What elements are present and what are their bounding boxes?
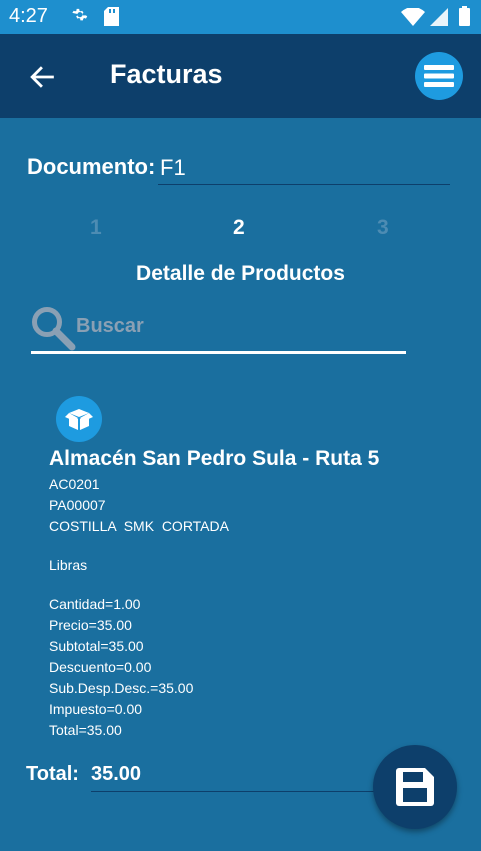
status-bar: 4:27 <box>0 0 481 34</box>
step-3[interactable]: 3 <box>377 216 389 240</box>
product-descuento: Descuento=0.00 <box>49 659 152 675</box>
section-title: Detalle de Productos <box>136 262 345 285</box>
document-underline <box>158 184 450 185</box>
product-code-1: AC0201 <box>49 476 100 492</box>
document-field[interactable]: F1 <box>160 155 186 181</box>
menu-icon <box>424 65 454 87</box>
battery-icon <box>459 6 470 26</box>
search-icon <box>32 307 76 351</box>
total-value: 35.00 <box>91 763 142 785</box>
menu-button[interactable] <box>415 52 463 100</box>
document-label: Documento: <box>27 154 156 179</box>
total-label: Total: <box>26 763 79 785</box>
settings-gear-icon <box>72 8 88 21</box>
save-floppy-icon <box>396 768 434 806</box>
product-description: COSTILLA SMK CORTADA <box>49 518 229 534</box>
status-time: 4:27 <box>9 5 48 27</box>
product-subtotal: Subtotal=35.00 <box>49 638 144 654</box>
product-code-2: PA00007 <box>49 497 106 513</box>
app-bar: Facturas <box>0 34 481 118</box>
product-precio: Precio=35.00 <box>49 617 132 633</box>
step-2[interactable]: 2 <box>233 216 245 240</box>
product-impuesto: Impuesto=0.00 <box>49 701 143 717</box>
sd-card-icon <box>104 7 119 26</box>
search-underline <box>31 351 406 354</box>
step-1[interactable]: 1 <box>90 216 102 240</box>
page-title: Facturas <box>110 59 223 89</box>
product-cantidad: Cantidad=1.00 <box>49 596 141 612</box>
total-underline <box>91 791 391 792</box>
save-button[interactable] <box>373 745 457 829</box>
search-input[interactable] <box>76 312 396 340</box>
box-icon <box>56 396 102 442</box>
product-total: Total=35.00 <box>49 722 122 738</box>
product-unit: Libras <box>49 557 88 573</box>
back-arrow-icon[interactable] <box>30 64 56 90</box>
signal-icon <box>430 8 448 26</box>
product-warehouse: Almacén San Pedro Sula - Ruta 5 <box>49 447 380 470</box>
wifi-icon <box>401 8 425 26</box>
product-sub-desp-desc: Sub.Desp.Desc.=35.00 <box>49 680 194 696</box>
